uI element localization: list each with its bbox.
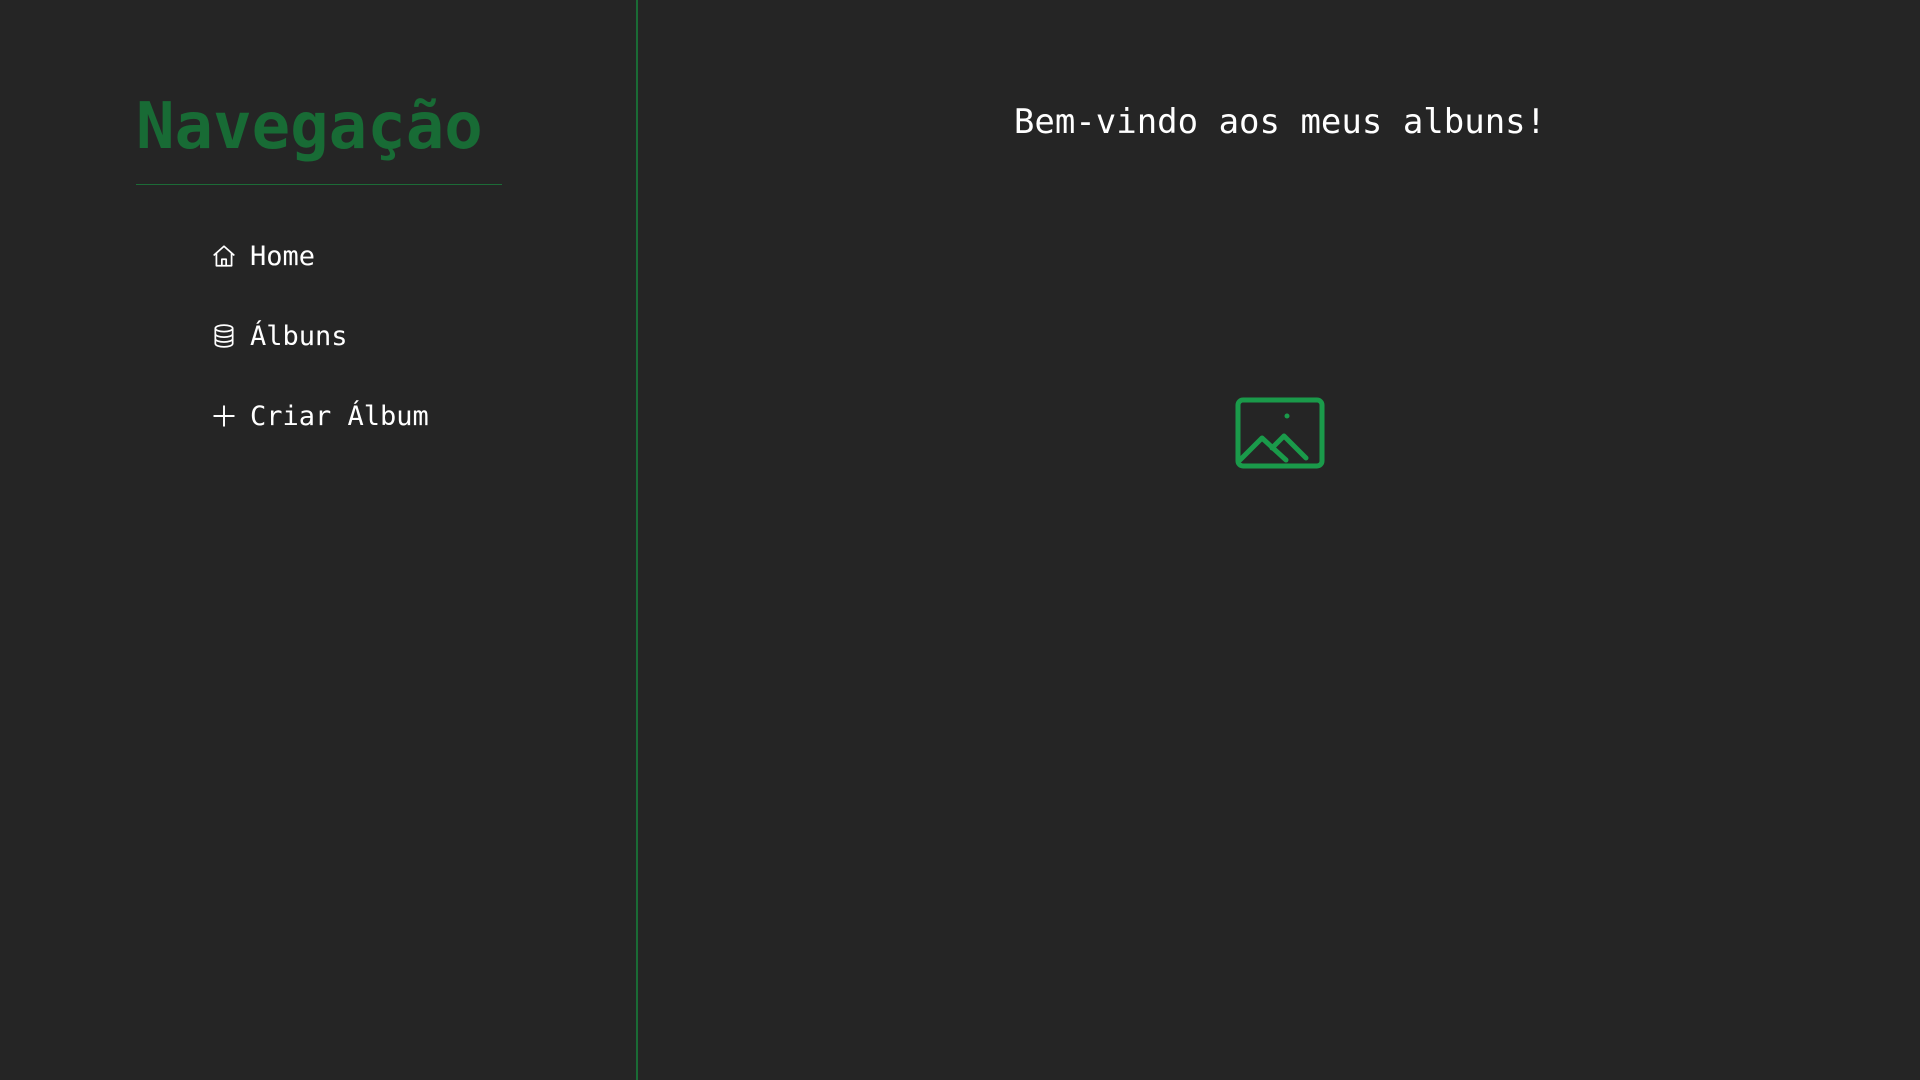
sidebar-item-label: Álbuns (250, 320, 348, 352)
sidebar-item-albuns[interactable]: Álbuns (210, 312, 429, 360)
sidebar-item-label: Home (250, 240, 316, 272)
sidebar-nav: Home Álbuns Criar Álbum (210, 232, 429, 472)
plus-icon (210, 402, 238, 430)
image-icon (1234, 396, 1326, 472)
home-icon (210, 242, 238, 270)
database-icon (210, 322, 238, 350)
sidebar-item-criar-album[interactable]: Criar Álbum (210, 392, 429, 440)
sidebar-title: Navegação (136, 90, 483, 164)
main-content: Bem-vindo aos meus albuns! (640, 0, 1920, 1080)
sidebar-item-label: Criar Álbum (250, 400, 429, 432)
sidebar: Navegação Home Álbuns Criar Álbum (0, 0, 638, 1080)
app-root: Navegação Home Álbuns Criar Álbum Bem-vi… (0, 0, 1920, 1080)
sidebar-item-home[interactable]: Home (210, 232, 429, 280)
welcome-heading: Bem-vindo aos meus albuns! (1013, 102, 1547, 142)
sidebar-divider (136, 184, 502, 185)
